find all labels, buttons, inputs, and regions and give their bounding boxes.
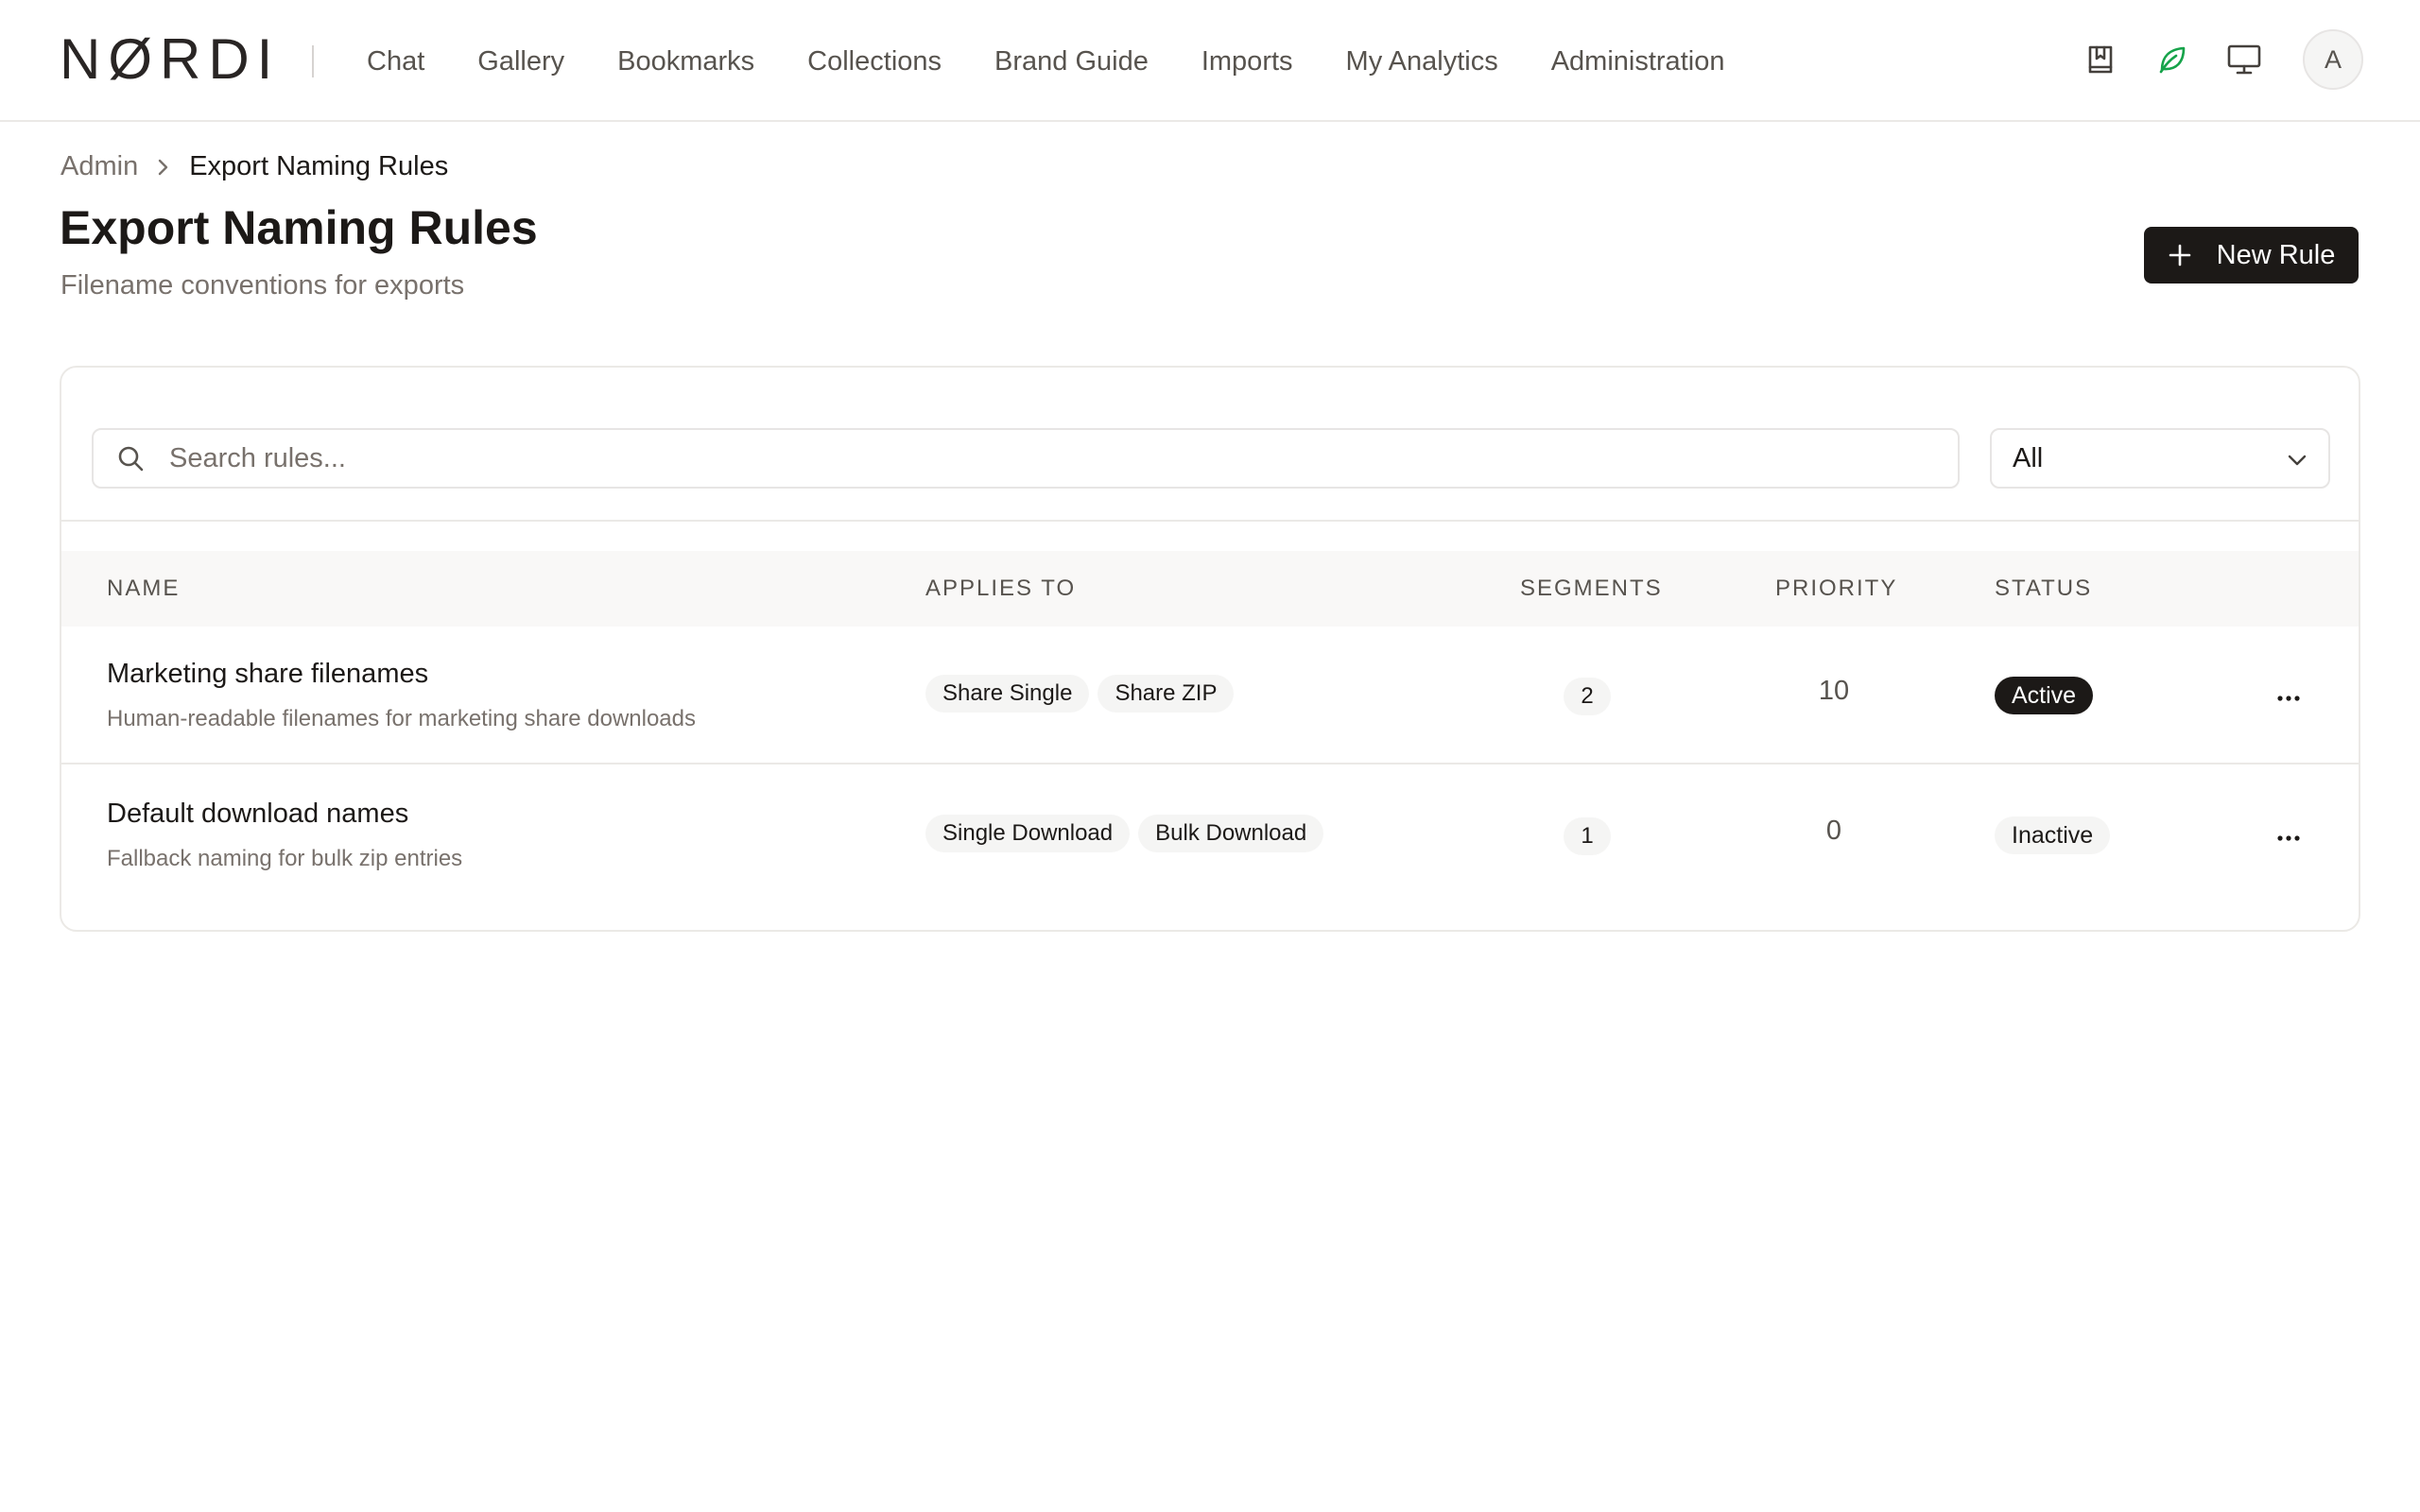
applies-to-chip: Bulk Download xyxy=(1138,815,1324,852)
priority-value: 0 xyxy=(1825,816,1842,846)
main-nav: Chat Gallery Bookmarks Collections Brand… xyxy=(367,38,1777,85)
nav-item-imports[interactable]: Imports xyxy=(1201,46,1293,77)
applies-to-chip: Single Download xyxy=(925,815,1131,852)
search-input[interactable] xyxy=(169,442,1871,474)
status-badge: Inactive xyxy=(1995,816,2111,854)
table-row[interactable]: Default download names Fallback naming f… xyxy=(61,766,2359,904)
filter-toolbar: All xyxy=(61,368,2359,522)
page-subtitle: Filename conventions for exports xyxy=(60,270,465,301)
applies-to-chip: Share Single xyxy=(925,675,1090,713)
rule-description: Human-readable filenames for marketing s… xyxy=(107,706,696,731)
brand-logo[interactable]: NØRDI xyxy=(60,31,280,88)
leaf-icon[interactable] xyxy=(2152,39,2193,80)
status-filter-value: All xyxy=(2013,442,2044,473)
rule-name[interactable]: Default download names xyxy=(107,799,408,830)
applies-to-chips: Share Single Share ZIP xyxy=(925,675,1242,713)
nav-item-chat[interactable]: Chat xyxy=(367,46,424,77)
book-bookmark-icon[interactable] xyxy=(2080,39,2121,80)
page-title: Export Naming Rules xyxy=(60,201,538,254)
rule-description: Fallback naming for bulk zip entries xyxy=(107,846,463,871)
nav-item-gallery[interactable]: Gallery xyxy=(477,46,564,77)
breadcrumb-admin-link[interactable]: Admin xyxy=(60,151,138,182)
user-avatar[interactable]: A xyxy=(2303,29,2363,90)
rules-card: All NAME APPLIES TO SEGMENTS PRIORITY ST… xyxy=(60,366,2360,932)
more-actions-icon[interactable] xyxy=(2270,819,2308,857)
new-rule-button-label: New Rule xyxy=(2216,239,2336,270)
table-header: NAME APPLIES TO SEGMENTS PRIORITY STATUS xyxy=(61,551,2359,627)
new-rule-button[interactable]: New Rule xyxy=(2144,227,2359,284)
breadcrumb-current: Export Naming Rules xyxy=(189,151,449,181)
search-icon xyxy=(116,444,145,472)
nav-item-collections[interactable]: Collections xyxy=(807,46,942,77)
segments-count-badge: 2 xyxy=(1564,678,1611,715)
breadcrumb: Admin Export Naming Rules xyxy=(60,151,448,182)
chevron-right-icon xyxy=(157,157,170,178)
column-header-applies-to[interactable]: APPLIES TO xyxy=(925,576,1076,602)
nav-item-brand-guide[interactable]: Brand Guide xyxy=(994,46,1149,77)
plus-icon xyxy=(2168,243,2192,267)
more-actions-icon[interactable] xyxy=(2270,679,2308,717)
table-row[interactable]: Marketing share filenames Human-readable… xyxy=(61,627,2359,765)
column-header-name[interactable]: NAME xyxy=(107,576,180,602)
chevron-down-icon xyxy=(2287,443,2308,474)
nav-item-administration[interactable]: Administration xyxy=(1551,46,1725,77)
priority-value: 10 xyxy=(1818,676,1850,706)
search-box xyxy=(92,428,1960,489)
rule-name[interactable]: Marketing share filenames xyxy=(107,659,428,690)
status-filter-select[interactable]: All xyxy=(1990,428,2330,489)
applies-to-chip: Share ZIP xyxy=(1098,675,1235,713)
logo-divider xyxy=(312,45,314,77)
status-badge: Active xyxy=(1995,677,2094,714)
column-header-priority[interactable]: PRIORITY xyxy=(1775,576,1897,602)
nav-item-bookmarks[interactable]: Bookmarks xyxy=(617,46,754,77)
segments-count-badge: 1 xyxy=(1564,817,1611,855)
top-navigation-bar: NØRDI Chat Gallery Bookmarks Collections… xyxy=(0,0,2420,122)
monitor-icon[interactable] xyxy=(2223,39,2265,80)
nav-item-my-analytics[interactable]: My Analytics xyxy=(1346,46,1498,77)
column-header-status[interactable]: STATUS xyxy=(1995,576,2092,602)
column-header-segments[interactable]: SEGMENTS xyxy=(1520,576,1663,602)
top-icon-group: A xyxy=(2049,28,2363,91)
applies-to-chips: Single Download Bulk Download xyxy=(925,815,1332,852)
